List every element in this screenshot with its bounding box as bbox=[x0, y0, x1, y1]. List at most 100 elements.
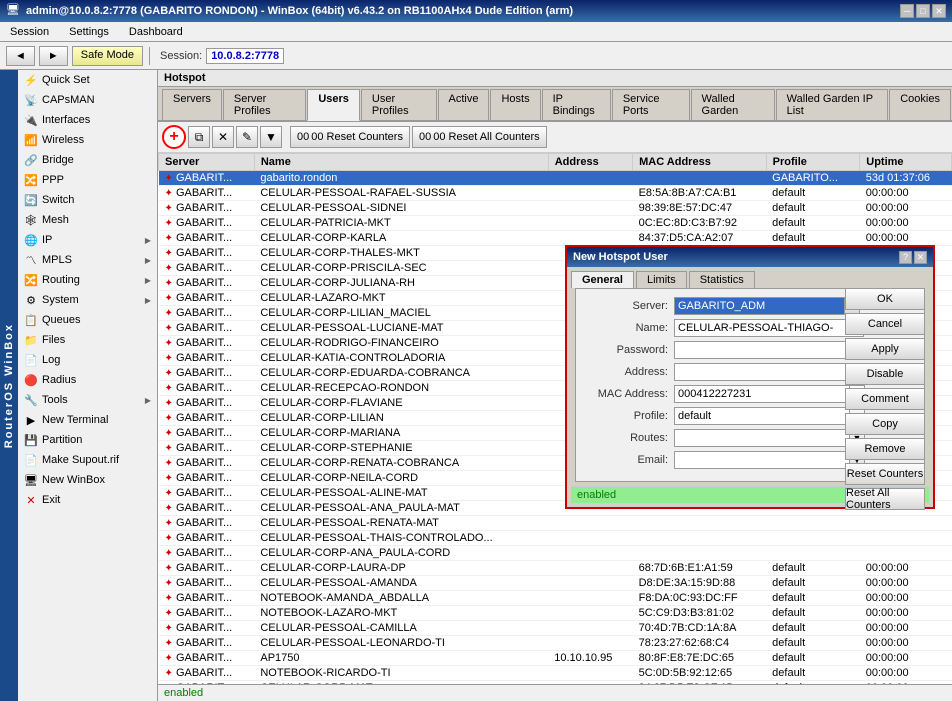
col-mac[interactable]: MAC Address bbox=[633, 154, 767, 171]
delete-button[interactable]: ✕ bbox=[212, 126, 234, 148]
col-profile[interactable]: Profile bbox=[766, 154, 860, 171]
table-row[interactable]: ✦ GABARIT... CELULAR-PATRICIA-MKT 0C:EC:… bbox=[159, 216, 952, 231]
tab-walled-garden-ip[interactable]: Walled Garden IP List bbox=[776, 89, 889, 120]
sidebar-item-switch[interactable]: 🔄 Switch bbox=[18, 190, 157, 210]
table-row[interactable]: ✦ GABARIT... NOTEBOOK-AMANDA_ABDALLA F8:… bbox=[159, 591, 952, 606]
sidebar-item-wireless[interactable]: 📶 Wireless bbox=[18, 130, 157, 150]
table-row[interactable]: ✦ GABARIT... gabarito.rondon GABARITO...… bbox=[159, 171, 952, 186]
tab-hosts[interactable]: Hosts bbox=[490, 89, 540, 120]
tab-service-ports[interactable]: Service Ports bbox=[612, 89, 690, 120]
add-button[interactable]: + bbox=[162, 125, 186, 149]
tab-users[interactable]: Users bbox=[307, 89, 360, 121]
table-row[interactable]: ✦ GABARIT... CELULAR-CORP-LAURA-DP 68:7D… bbox=[159, 561, 952, 576]
table-row[interactable]: ✦ GABARIT... AP1750 10.10.10.95 80:8F:E8… bbox=[159, 651, 952, 666]
profile-input[interactable] bbox=[674, 407, 849, 425]
cell-profile bbox=[766, 546, 860, 561]
tab-servers[interactable]: Servers bbox=[162, 89, 222, 120]
col-uptime[interactable]: Uptime bbox=[860, 154, 952, 171]
sidebar-item-partition[interactable]: 💾 Partition bbox=[18, 430, 157, 450]
password-input[interactable] bbox=[674, 341, 864, 359]
maximize-btn[interactable]: □ bbox=[916, 4, 930, 18]
modal-tab-limits[interactable]: Limits bbox=[636, 271, 687, 288]
table-row[interactable]: ✦ GABARIT... CELULAR-PESSOAL-RAFAEL-SUSS… bbox=[159, 186, 952, 201]
tab-walled-garden[interactable]: Walled Garden bbox=[691, 89, 775, 120]
comment-button[interactable]: Comment bbox=[845, 388, 925, 410]
server-input[interactable] bbox=[674, 297, 844, 315]
mac-input[interactable] bbox=[674, 385, 849, 403]
sidebar-item-capsman[interactable]: 📡 CAPsMAN bbox=[18, 90, 157, 110]
email-input[interactable] bbox=[674, 451, 849, 469]
routes-input[interactable] bbox=[674, 429, 849, 447]
modal-tab-statistics[interactable]: Statistics bbox=[689, 271, 755, 288]
forward-button[interactable]: ► bbox=[39, 46, 68, 66]
table-row[interactable]: ✦ GABARIT... CELULAR-PESSOAL-THAIS-CONTR… bbox=[159, 531, 952, 546]
sidebar-item-mpls[interactable]: 〽 MPLS ▶ bbox=[18, 250, 157, 270]
address-input[interactable] bbox=[674, 363, 849, 381]
table-row[interactable]: ✦ GABARIT... CELULAR-PESSOAL-AMANDA D8:D… bbox=[159, 576, 952, 591]
back-button[interactable]: ◄ bbox=[6, 46, 35, 66]
modal-tab-general[interactable]: General bbox=[571, 271, 634, 288]
table-row[interactable]: ✦ GABARIT... CELULAR-PESSOAL-RENATA-MAT bbox=[159, 516, 952, 531]
tab-cookies[interactable]: Cookies bbox=[889, 89, 951, 120]
minimize-btn[interactable]: ─ bbox=[900, 4, 914, 18]
modal-help-btn[interactable]: ? bbox=[899, 251, 912, 264]
row-icon: ✦ bbox=[165, 248, 173, 259]
cancel-button[interactable]: Cancel bbox=[845, 313, 925, 335]
tab-user-profiles[interactable]: User Profiles bbox=[361, 89, 437, 120]
modal-close-btn[interactable]: ✕ bbox=[914, 251, 927, 264]
edit-button[interactable]: ✎ bbox=[236, 126, 258, 148]
sidebar-item-exit[interactable]: ✕ Exit bbox=[18, 490, 157, 510]
reset-counters-button[interactable]: 00 00 Reset Counters bbox=[290, 126, 410, 148]
col-name[interactable]: Name bbox=[254, 154, 548, 171]
sidebar-item-queues[interactable]: 📋 Queues bbox=[18, 310, 157, 330]
copy-button[interactable]: Copy bbox=[845, 413, 925, 435]
routes-field-label: Routes: bbox=[584, 432, 674, 444]
tab-server-profiles[interactable]: Server Profiles bbox=[223, 89, 306, 120]
remove-button[interactable]: Remove bbox=[845, 438, 925, 460]
ok-button[interactable]: OK bbox=[845, 288, 925, 310]
sidebar-item-files[interactable]: 📁 Files bbox=[18, 330, 157, 350]
sidebar-item-ip[interactable]: 🌐 IP ▶ bbox=[18, 230, 157, 250]
menu-dashboard[interactable]: Dashboard bbox=[125, 25, 187, 39]
cell-address bbox=[548, 186, 632, 201]
copy-item-button[interactable]: ⧉ bbox=[188, 126, 210, 148]
menu-settings[interactable]: Settings bbox=[65, 25, 113, 39]
reset-all-counters-modal-button[interactable]: Reset All Counters bbox=[845, 488, 925, 510]
tab-active[interactable]: Active bbox=[438, 89, 490, 120]
sidebar-item-radius[interactable]: 🔴 Radius bbox=[18, 370, 157, 390]
routing-arrow: ▶ bbox=[145, 276, 151, 285]
close-btn[interactable]: ✕ bbox=[932, 4, 946, 18]
disable-button[interactable]: Disable bbox=[845, 363, 925, 385]
reset-all-counters-button[interactable]: 00 00 Reset All Counters bbox=[412, 126, 547, 148]
table-row[interactable]: ✦ GABARIT... CELULAR-PESSOAL-CAMILLA 70:… bbox=[159, 621, 952, 636]
sidebar-item-ppp[interactable]: 🔀 PPP bbox=[18, 170, 157, 190]
reset-counters-modal-button[interactable]: Reset Counters bbox=[845, 463, 925, 485]
sidebar-item-log[interactable]: 📄 Log bbox=[18, 350, 157, 370]
apply-button[interactable]: Apply bbox=[845, 338, 925, 360]
table-row[interactable]: ✦ GABARIT... NOTEBOOK-RICARDO-TI 5C:0D:5… bbox=[159, 666, 952, 681]
sidebar-item-quickset[interactable]: ⚡ Quick Set bbox=[18, 70, 157, 90]
col-server[interactable]: Server bbox=[159, 154, 255, 171]
name-input[interactable] bbox=[674, 319, 864, 337]
sidebar-item-routing[interactable]: 🔀 Routing ▶ bbox=[18, 270, 157, 290]
safe-mode-button[interactable]: Safe Mode bbox=[72, 46, 143, 66]
col-address[interactable]: Address bbox=[548, 154, 632, 171]
filter-button[interactable]: ▼ bbox=[260, 126, 282, 148]
sidebar-item-system[interactable]: ⚙ System ▶ bbox=[18, 290, 157, 310]
sidebar-item-new-winbox[interactable]: 🖥 New WinBox bbox=[18, 470, 157, 490]
menu-session[interactable]: Session bbox=[6, 25, 53, 39]
sidebar-item-mesh[interactable]: 🕸 Mesh bbox=[18, 210, 157, 230]
sidebar-item-interfaces[interactable]: 🔌 Interfaces bbox=[18, 110, 157, 130]
cell-server: ✦ GABARIT... bbox=[159, 456, 255, 471]
sidebar-item-make-supout[interactable]: 📄 Make Supout.rif bbox=[18, 450, 157, 470]
table-row[interactable]: ✦ GABARIT... NOTEBOOK-LAZARO-MKT 5C:C9:D… bbox=[159, 606, 952, 621]
cell-server: ✦ GABARIT... bbox=[159, 231, 255, 246]
sidebar-item-new-terminal[interactable]: ▶ New Terminal bbox=[18, 410, 157, 430]
sidebar-item-tools[interactable]: 🔧 Tools ▶ bbox=[18, 390, 157, 410]
tab-ip-bindings[interactable]: IP Bindings bbox=[542, 89, 611, 120]
sidebar-item-bridge[interactable]: 🔗 Bridge bbox=[18, 150, 157, 170]
table-row[interactable]: ✦ GABARIT... CELULAR-PESSOAL-LEONARDO-TI… bbox=[159, 636, 952, 651]
table-row[interactable]: ✦ GABARIT... CELULAR-CORP-ANA_PAULA-CORD bbox=[159, 546, 952, 561]
table-row[interactable]: ✦ GABARIT... CELULAR-CORP-KARLA 84:37:D5… bbox=[159, 231, 952, 246]
table-row[interactable]: ✦ GABARIT... CELULAR-PESSOAL-SIDNEI 98:3… bbox=[159, 201, 952, 216]
